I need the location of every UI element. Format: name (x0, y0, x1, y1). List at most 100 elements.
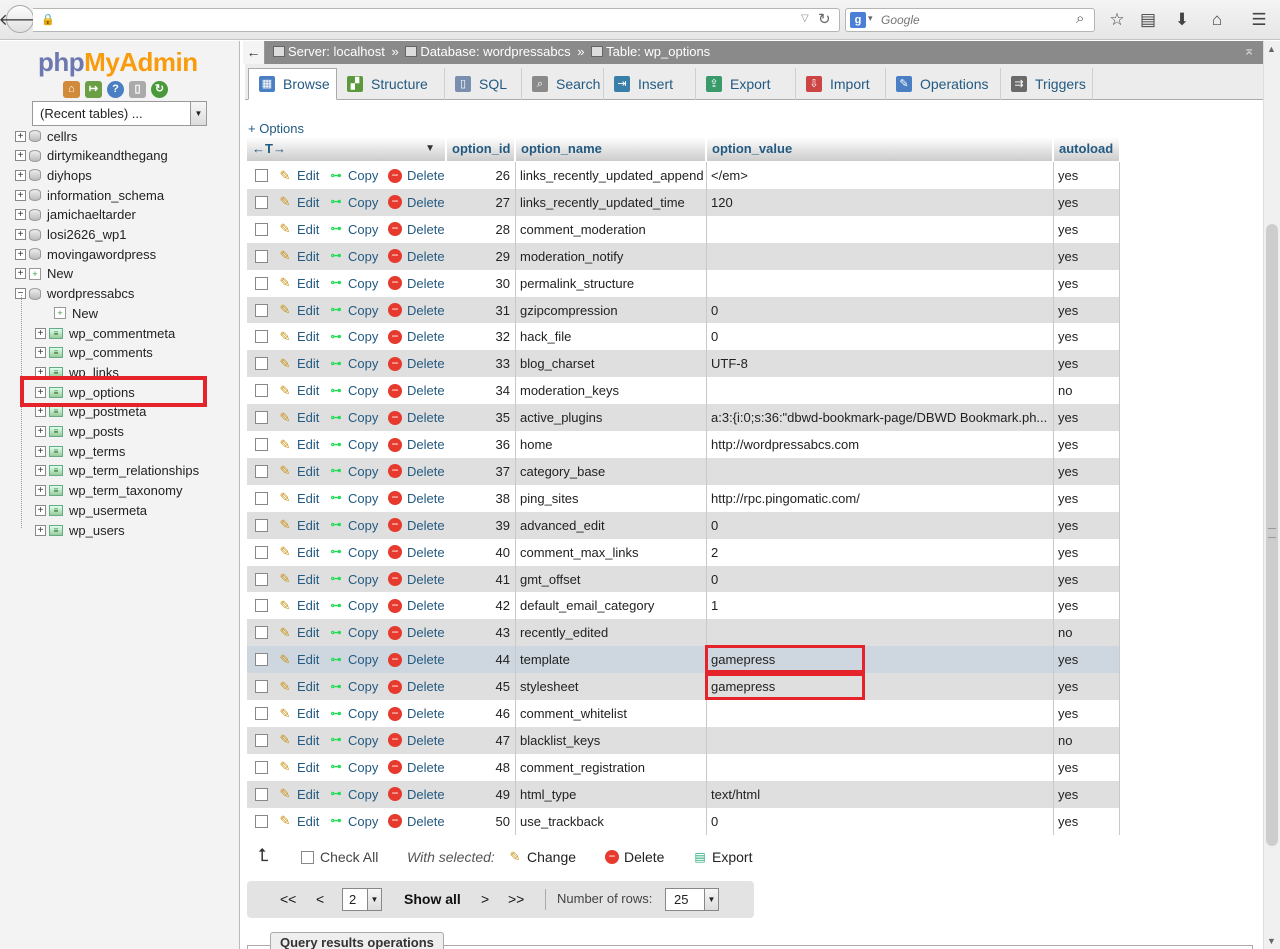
cell-option-name[interactable]: comment_registration (516, 753, 707, 781)
cell-option-name[interactable]: blacklist_keys (516, 726, 707, 754)
db-item[interactable]: + dirtymikeandthegang (15, 146, 168, 166)
tab-insert[interactable]: ⇥ Insert (604, 68, 696, 100)
delete-link[interactable]: − Delete (388, 297, 445, 324)
options-toggle-link[interactable]: + Options (248, 121, 304, 136)
delete-link[interactable]: − Delete (388, 189, 445, 216)
copy-link[interactable]: ⊶ Copy (329, 458, 379, 485)
bookmark-star-icon[interactable]: ☆ (1105, 8, 1129, 32)
tab-triggers[interactable]: ⇉ Triggers (1001, 68, 1093, 100)
delete-link[interactable]: − Delete (388, 808, 445, 835)
edit-link[interactable]: ✎ Edit (278, 323, 320, 350)
expand-icon[interactable]: + (35, 524, 46, 536)
collapse-nav-button[interactable]: ← (243, 41, 265, 64)
browser-search-input[interactable]: g ▾ Google ⌕ (845, 8, 1095, 32)
cell-option-name[interactable]: home (516, 431, 707, 458)
delete-link[interactable]: − Delete (388, 727, 445, 754)
edit-link[interactable]: ✎ Edit (278, 646, 320, 673)
breadcrumb-table[interactable]: Table: wp_options (606, 44, 710, 59)
expand-icon[interactable]: + (35, 327, 46, 339)
edit-link[interactable]: ✎ Edit (278, 781, 320, 808)
tab-export[interactable]: ⇪ Export (696, 68, 796, 100)
tab-import[interactable]: ⇩ Import (796, 68, 886, 100)
row-checkbox[interactable] (255, 195, 268, 209)
row-checkbox[interactable] (255, 653, 268, 667)
edit-link[interactable]: ✎ Edit (278, 539, 320, 566)
table-row[interactable]: ✎ Edit ⊶ Copy − Delete 35 active_plugins a:3:{i:… (247, 404, 1120, 432)
cell-option-name[interactable]: hack_file (516, 323, 707, 351)
copy-link[interactable]: ⊶ Copy (329, 243, 379, 270)
copy-link[interactable]: ⊶ Copy (329, 700, 379, 727)
expand-icon[interactable]: + (35, 406, 46, 418)
table-row[interactable]: ✎ Edit ⊶ Copy − Delete 32 hack_file 0 yes (247, 323, 1120, 351)
copy-link[interactable]: ⊶ Copy (329, 297, 379, 324)
edit-link[interactable]: ✎ Edit (278, 297, 320, 324)
row-checkbox[interactable] (255, 357, 268, 371)
column-menu-icon[interactable]: ▼ (425, 137, 435, 161)
table-row[interactable]: ✎ Edit ⊶ Copy − Delete 29 moderation_notify yes (247, 242, 1120, 270)
edit-link[interactable]: ✎ Edit (278, 592, 320, 619)
table-row[interactable]: ✎ Edit ⊶ Copy − Delete 46 comment_whitelist yes (247, 700, 1120, 727)
db-item[interactable]: + cellrs (15, 126, 77, 146)
cell-option-value[interactable]: 0 (707, 511, 1054, 539)
page-number-select[interactable]: 2 ▼ (342, 888, 382, 911)
cell-option-value[interactable]: 2 (707, 538, 1054, 566)
delete-link[interactable]: − Delete (388, 619, 445, 646)
copy-link[interactable]: ⊶ Copy (329, 162, 379, 189)
row-checkbox[interactable] (255, 276, 268, 290)
bookmarks-list-icon[interactable]: ▤ (1136, 8, 1160, 32)
copy-link[interactable]: ⊶ Copy (329, 808, 379, 835)
copy-link[interactable]: ⊶ Copy (329, 754, 379, 781)
delete-link[interactable]: − Delete (388, 377, 445, 404)
cell-option-value[interactable]: a:3:{i:0;s:36:"dbwd-bookmark-page/DBWD B… (707, 404, 1054, 432)
column-header-autoload[interactable]: autoload (1054, 137, 1120, 161)
row-checkbox[interactable] (255, 384, 268, 398)
delete-link[interactable]: − Delete (388, 404, 445, 431)
expand-icon[interactable]: + (15, 209, 26, 221)
row-checkbox[interactable] (255, 249, 268, 263)
edit-link[interactable]: ✎ Edit (278, 189, 320, 216)
db-item[interactable]: + diyhops (15, 165, 92, 185)
table-item[interactable]: + ≡ wp_users (35, 520, 125, 540)
home-icon[interactable]: ⌂ (63, 81, 80, 98)
tab-structure[interactable]: ▞ Structure (337, 68, 445, 100)
cell-option-name[interactable]: recently_edited (516, 619, 707, 647)
edit-link[interactable]: ✎ Edit (278, 270, 320, 297)
copy-link[interactable]: ⊶ Copy (329, 781, 379, 808)
expand-icon[interactable]: + (35, 485, 46, 497)
table-item[interactable]: + ≡ wp_comments (35, 343, 153, 363)
cell-option-name[interactable]: advanced_edit (516, 511, 707, 539)
table-row[interactable]: ✎ Edit ⊶ Copy − Delete 33 blog_charset UTF-8 yes (247, 350, 1120, 378)
cell-option-value[interactable] (707, 269, 1054, 297)
table-row[interactable]: ✎ Edit ⊶ Copy − Delete 37 category_base yes (247, 457, 1120, 485)
table-row[interactable]: ✎ Edit ⊶ Copy − Delete 34 moderation_keys no (247, 377, 1120, 405)
phpmyadmin-logo[interactable]: phpMyAdmin (38, 47, 198, 78)
url-dropdown-icon[interactable]: ▽ (801, 13, 809, 24)
delete-link[interactable]: − Delete (388, 700, 445, 727)
copy-link[interactable]: ⊶ Copy (329, 566, 379, 593)
row-checkbox[interactable] (255, 491, 268, 505)
row-checkbox[interactable] (255, 545, 268, 559)
delete-link[interactable]: − Delete (388, 566, 445, 593)
expand-icon[interactable]: + (15, 169, 26, 181)
edit-link[interactable]: ✎ Edit (278, 808, 320, 835)
delete-link[interactable]: − Delete (388, 243, 445, 270)
url-bar[interactable]: 🔒 ▽ ↻ (33, 8, 840, 32)
edit-link[interactable]: ✎ Edit (278, 673, 320, 700)
cell-option-value[interactable]: </em> (707, 162, 1054, 189)
row-checkbox[interactable] (255, 222, 268, 236)
column-header-option-value[interactable]: option_value (707, 137, 1053, 161)
copy-link[interactable]: ⊶ Copy (329, 539, 379, 566)
db-item[interactable]: + movingawordpress (15, 244, 156, 264)
reload-nav-icon[interactable]: ↻ (151, 81, 168, 98)
cell-option-name[interactable]: moderation_keys (516, 377, 707, 405)
expand-icon[interactable]: + (15, 268, 26, 280)
cell-option-name[interactable]: links_recently_updated_append (516, 162, 707, 189)
table-row[interactable]: ✎ Edit ⊶ Copy − Delete 39 advanced_edit 0 yes (247, 511, 1120, 539)
copy-link[interactable]: ⊶ Copy (329, 673, 379, 700)
cell-option-name[interactable]: use_trackback (516, 807, 707, 835)
table-row[interactable]: ✎ Edit ⊶ Copy − Delete 45 stylesheet gamepress ye… (247, 673, 1120, 701)
row-checkbox[interactable] (255, 169, 268, 182)
expand-icon[interactable]: + (35, 445, 46, 457)
cell-option-name[interactable]: stylesheet (516, 673, 707, 701)
first-page-button[interactable]: << (280, 891, 296, 907)
